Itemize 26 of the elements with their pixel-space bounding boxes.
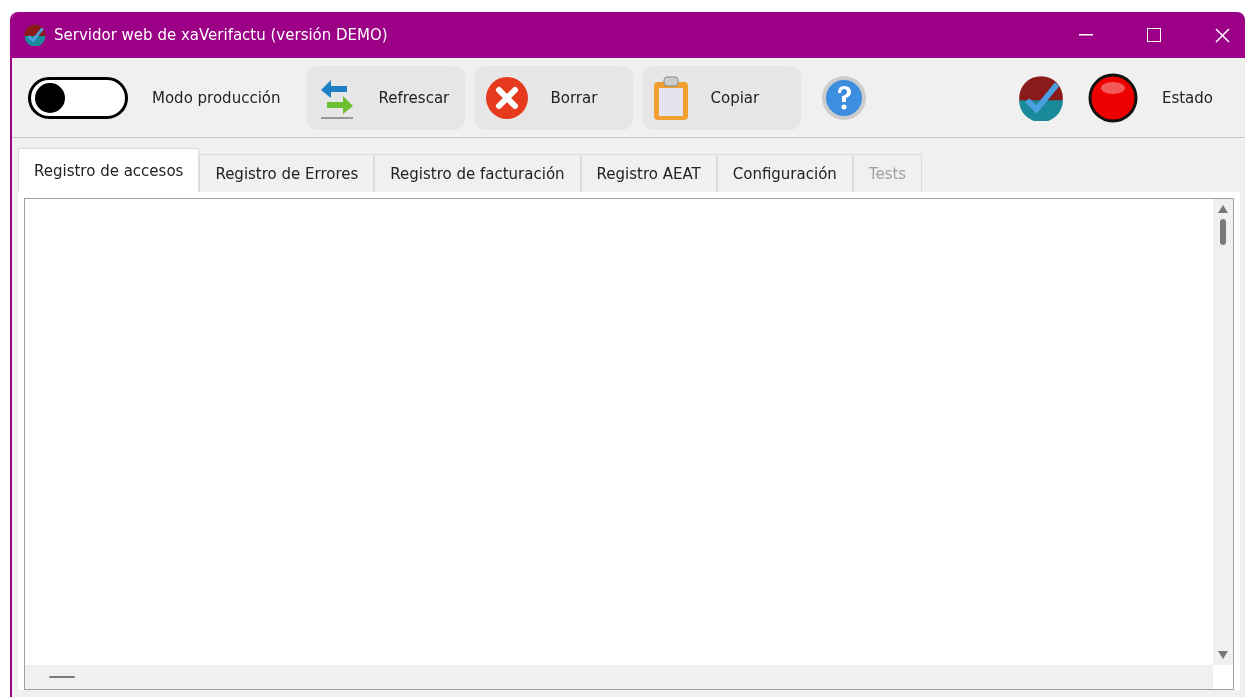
app-logo-icon <box>1017 74 1064 121</box>
delete-icon <box>484 75 529 120</box>
scroll-thumb[interactable] <box>49 676 75 678</box>
status-label: Estado <box>1161 88 1213 107</box>
tab[interactable]: Registro de Errores <box>199 154 375 192</box>
minimize-icon <box>1079 34 1093 36</box>
tab[interactable]: Registro AEAT <box>580 154 717 192</box>
clipboard-icon <box>652 74 689 121</box>
scroll-thumb[interactable] <box>1220 219 1226 245</box>
refresh-button[interactable]: Refrescar <box>306 65 465 130</box>
production-mode-toggle[interactable] <box>28 76 128 119</box>
horizontal-scrollbar[interactable] <box>25 665 1213 689</box>
app-logo-icon <box>24 24 46 46</box>
tab[interactable]: Registro de accesos <box>18 148 200 192</box>
close-icon <box>1214 27 1230 43</box>
maximize-icon <box>1147 28 1161 42</box>
tab[interactable]: Registro de facturación <box>374 154 581 192</box>
copy-button[interactable]: Copiar <box>642 65 801 130</box>
scroll-up-arrow-icon[interactable] <box>1218 205 1228 213</box>
production-mode-label: Modo producción <box>152 88 281 107</box>
tab[interactable]: Configuración <box>716 154 853 192</box>
vertical-scrollbar[interactable] <box>1213 199 1233 665</box>
delete-button[interactable]: Borrar <box>474 65 633 130</box>
window-title: Servidor web de xaVerifactu (versión DEMO) <box>54 26 389 44</box>
scroll-down-arrow-icon[interactable] <box>1218 651 1228 659</box>
help-icon <box>820 74 867 121</box>
